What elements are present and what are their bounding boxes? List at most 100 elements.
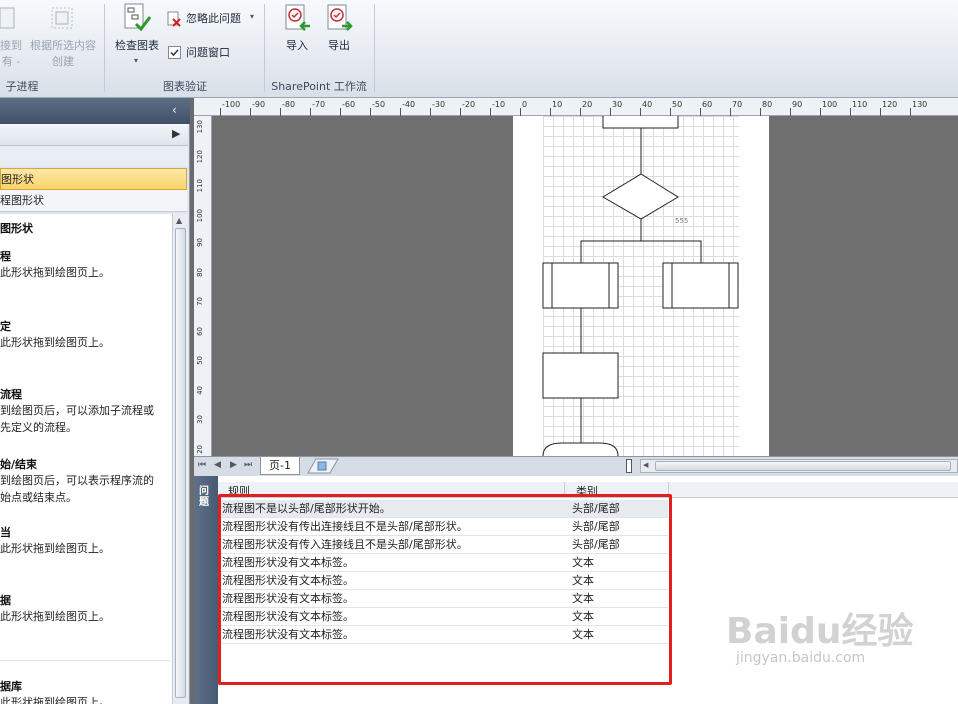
ruler-tick-label: -40 [402, 100, 416, 109]
shape-desc: 此形状拖到绘图页上。 [0, 610, 110, 623]
export-button[interactable]: 导出 [318, 2, 360, 56]
ignore-issue-icon [167, 11, 181, 27]
group-separator [374, 4, 375, 92]
create-from-selection-button[interactable]: 根据所选内容 创建 [26, 4, 100, 70]
ruler-tick-label: 50 [672, 100, 683, 109]
list-item[interactable]: 据库 此形状拖到绘图页上。 [0, 678, 170, 704]
ruler-tick-label: 20 [582, 100, 593, 109]
export-label: 导出 [328, 39, 350, 52]
list-item[interactable]: 据 此形状拖到绘图页上。 [0, 592, 170, 625]
watermark-brand: Baidu经验 [726, 611, 914, 652]
tab-splitter[interactable] [626, 459, 632, 473]
ruler-tick [730, 108, 731, 116]
subprocess-shape-right [662, 262, 739, 309]
ruler-tick-label: 120 [882, 100, 898, 109]
ruler-tick [250, 108, 251, 116]
create-subprocess-icon [51, 7, 73, 29]
drawing-canvas[interactable]: 555 [212, 116, 958, 456]
scroll-up-icon[interactable]: ▲ [176, 216, 182, 225]
list-divider [0, 660, 170, 661]
ruler-tick-label: -80 [282, 100, 296, 109]
ruler-tick [760, 108, 761, 116]
ruler-tick-label: 60 [702, 100, 713, 109]
shape-desc: 此形状拖到绘图页上。 [0, 266, 110, 279]
shape-desc: 先定义的流程。 [0, 421, 77, 434]
ruler-tick-label: -30 [432, 100, 446, 109]
last-page-icon[interactable]: ⏭ [244, 460, 252, 470]
ruler-tick [640, 108, 641, 116]
ruler-tick [790, 108, 791, 116]
issues-window-label: 问题窗口 [186, 46, 230, 59]
ruler-tick-label: 70 [732, 100, 743, 109]
connector [580, 240, 641, 263]
ruler-tick-label: 40 [642, 100, 653, 109]
ruler-tick [310, 108, 311, 116]
shape-desc: 此形状拖到绘图页上。 [0, 696, 110, 704]
issues-window-checkbox[interactable]: 问题窗口 [166, 44, 260, 62]
issues-window-title: 问题 [199, 486, 209, 508]
connect-icon [0, 7, 15, 29]
ruler-tick [910, 108, 911, 116]
list-item[interactable]: 定 此形状拖到绘图页上。 [0, 318, 170, 351]
import-icon [285, 4, 310, 31]
issues-window-titlebar: 问题 [194, 476, 218, 704]
group-label-subprocess: 子进程 [5, 80, 39, 93]
ruler-tick [370, 108, 371, 116]
list-item[interactable]: 当 此形状拖到绘图页上。 [0, 524, 170, 557]
ruler-tick-label: 70 [196, 297, 204, 306]
export-icon [327, 4, 353, 31]
page-tab[interactable]: 页-1 [260, 457, 300, 475]
shape-text-label: 555 [675, 217, 689, 225]
insert-page-icon[interactable] [306, 458, 340, 474]
ruler-tick [220, 108, 221, 116]
shapes-panel-header: ‹ [0, 98, 190, 124]
shape-title: 始/结束 [0, 458, 38, 471]
prev-page-icon[interactable]: ◀ [214, 460, 221, 470]
connect-button[interactable]: 接到 有 - [0, 4, 24, 70]
horizontal-scrollbar[interactable]: ◀ [640, 459, 958, 473]
ruler-tick-label: -10 [492, 100, 506, 109]
shape-title: 定 [0, 320, 11, 333]
import-button[interactable]: 导入 [276, 2, 318, 56]
collapse-panel-icon[interactable]: ‹ [172, 103, 177, 117]
ruler-tick-label: -60 [342, 100, 356, 109]
ruler-tick [820, 108, 821, 116]
shape-title: 流程 [0, 388, 22, 401]
scroll-thumb[interactable] [175, 228, 186, 698]
more-shapes-row[interactable]: ▶ [0, 124, 188, 146]
list-item[interactable]: 程 此形状拖到绘图页上。 [0, 248, 170, 281]
ruler-tick-label: -50 [372, 100, 386, 109]
list-item[interactable]: 流程 到绘图页后，可以添加子流程或 先定义的流程。 [0, 386, 170, 436]
first-page-icon[interactable]: ⏮ [198, 460, 206, 470]
list-item[interactable]: 始/结束 到绘图页后，可以表示程序流的 始点或结束点。 [0, 456, 170, 506]
ruler-tick-label: -90 [252, 100, 266, 109]
scroll-thumb[interactable] [655, 461, 951, 471]
ruler-tick-label: 30 [196, 415, 204, 424]
ruler-tick-label: 80 [762, 100, 773, 109]
ruler-tick-label: 110 [852, 100, 868, 109]
ruler-tick-label: 90 [792, 100, 803, 109]
stencil-tab-active[interactable]: 图形状 [0, 168, 187, 190]
ruler-tick-label: 30 [612, 100, 623, 109]
ruler-tick [700, 108, 701, 116]
ruler-tick-label: 100 [196, 208, 204, 222]
ruler-tick-label: 130 [196, 120, 204, 134]
check-diagram-label: 检查图表 [115, 39, 159, 52]
flowchart [542, 116, 739, 456]
ruler-tick-label: 130 [912, 100, 928, 109]
ribbon: 接到 有 - 根据所选内容 创建 子进程 检查图表 ▾ 忽略此问题 ▾ 问题窗口… [0, 0, 958, 98]
horizontal-ruler: -100 -90 -80 -70 -60 -50 -40 -30 -20 -10 0 10 20 30 40… [194, 98, 958, 116]
ruler-tick [550, 108, 551, 116]
ruler-tick [670, 108, 671, 116]
next-page-icon[interactable]: ▶ [230, 460, 237, 470]
checkbox-checked-icon [168, 46, 181, 59]
scroll-left-icon[interactable]: ◀ [643, 461, 648, 469]
shapes-panel: ‹ ▶ 图形状 程图形状 图形状 程 此形状拖到绘图页上。 定 此形状拖到绘图页… [0, 98, 190, 704]
watermark-url: jingyan.baidu.com [736, 650, 866, 666]
stencil-tab-second[interactable]: 程图形状 [0, 190, 187, 212]
ruler-tick-label: 50 [196, 356, 204, 365]
ruler-tick-label: 80 [196, 267, 204, 277]
shape-list-scrollbar[interactable]: ▲ [172, 214, 188, 704]
check-diagram-button[interactable]: 检查图表 ▾ [110, 2, 164, 68]
ignore-issue-button[interactable]: 忽略此问题 ▾ [166, 10, 260, 28]
